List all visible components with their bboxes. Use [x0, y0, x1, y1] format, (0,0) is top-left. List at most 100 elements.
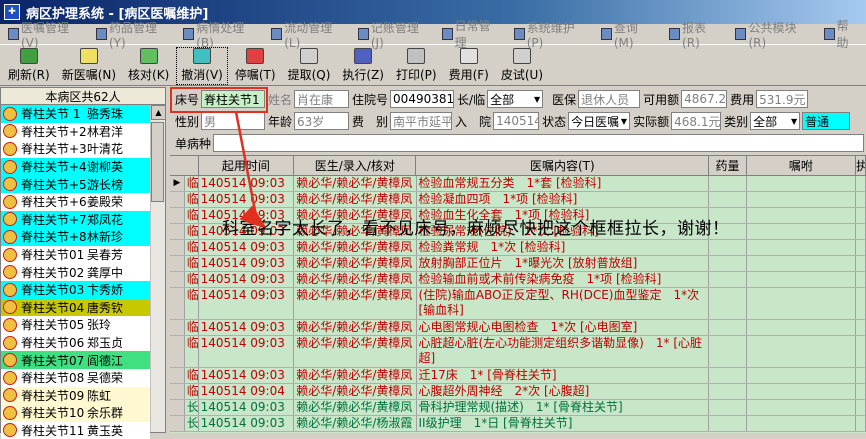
- patient-rows: 脊柱关节 1 骆秀珠 脊柱关节+2 林君洋 脊柱关节+3 叶清花 脊柱关节+4 谢柳英 脊柱关节…: [1, 105, 165, 439]
- disease-field[interactable]: [213, 134, 864, 152]
- order-cell-blank: [747, 400, 857, 415]
- order-row[interactable]: 临 140514 09:03 赖必华/赖必华/黄樟凤 检验凝血四项 1*项 [检验科]: [170, 192, 866, 208]
- patient-row[interactable]: 脊柱关节01 吴春芳: [1, 245, 150, 264]
- patient-row[interactable]: 脊柱关节03 卞秀娇: [1, 280, 150, 299]
- order-cell-type: 临: [186, 208, 199, 223]
- print-icon: [407, 48, 426, 64]
- patient-row[interactable]: 脊柱关节+2 林君洋: [1, 122, 150, 141]
- menu-icon: [357, 28, 369, 40]
- patient-list-scrollbar[interactable]: ▲: [150, 105, 166, 432]
- scroll-up-button[interactable]: ▲: [151, 105, 166, 120]
- menu-item-0[interactable]: 医嘱管理(V): [0, 19, 88, 50]
- order-row[interactable]: 临 140514 09:03 赖必华/赖必华/黄樟凤 心脏超心脏(左心功能测定组织多谐…: [170, 336, 866, 368]
- toolbar-button-label: 刷新(R): [8, 68, 50, 82]
- menu-item-9[interactable]: 公共模块(R): [727, 19, 815, 50]
- status-select[interactable]: 今日医嘱 ▼: [568, 112, 631, 130]
- longterm-value: 全部: [490, 92, 515, 107]
- actual-field[interactable]: 468.1元: [671, 112, 722, 130]
- inpatient-field[interactable]: 00490381: [390, 90, 455, 108]
- patient-row[interactable]: 脊柱关节+4 谢柳英: [1, 157, 150, 176]
- column-header-5[interactable]: 嘱咐: [747, 156, 857, 175]
- column-header-0[interactable]: [170, 156, 199, 175]
- skin-test-icon: [512, 48, 531, 64]
- patient-row[interactable]: 脊柱关节10 余乐群: [1, 404, 150, 422]
- patient-name: 余乐群: [87, 406, 124, 421]
- patient-bed: 脊柱关节01: [21, 248, 85, 263]
- patient-row[interactable]: 脊柱关节08 吴德荣: [1, 368, 150, 387]
- gender-field[interactable]: 男: [201, 112, 266, 130]
- toolbar-button-7[interactable]: 打印(P): [390, 46, 443, 86]
- toolbar-button-9[interactable]: 皮试(U): [495, 46, 549, 86]
- patient-row[interactable]: 脊柱关节+7 郑凤花: [1, 210, 150, 229]
- patient-row[interactable]: 脊柱关节+3 叶清花: [1, 140, 150, 158]
- patient-name: 唐秀钦: [87, 300, 124, 315]
- patient-bed: 脊柱关节02: [21, 265, 85, 280]
- toolbar-button-0[interactable]: 刷新(R): [2, 46, 56, 86]
- fee-type-field[interactable]: 南平市延平: [390, 112, 453, 130]
- order-cell-blank: [856, 416, 866, 431]
- name-field[interactable]: 肖在康: [294, 90, 350, 108]
- order-cell-content: 心脏超心脏(左心功能测定组织多谐勒显像) 1* [心脏超]: [417, 336, 710, 367]
- order-row[interactable]: 临 140514 09:03 赖必华/赖必华/黄樟凤 检验输血前或术前传染病免疫 1*…: [170, 272, 866, 288]
- order-row[interactable]: 临 140514 09:04 赖必华/赖必华/黄樟凤 心腹超外周神经 2*次 [心腹超…: [170, 384, 866, 400]
- menu-item-7[interactable]: 查询(M): [593, 19, 661, 50]
- toolbar-button-4[interactable]: 停嘱(T): [229, 46, 282, 86]
- insurance-field[interactable]: 退休人员: [578, 90, 641, 108]
- patient-row[interactable]: 脊柱关节+6 姜殿荣: [1, 192, 150, 211]
- toolbar-button-3[interactable]: 撤消(V): [175, 46, 229, 86]
- order-row[interactable]: 临 140514 09:03 赖必华/赖必华/黄樟凤 检验粪常规 1*次 [检验科]: [170, 240, 866, 256]
- menu-item-4[interactable]: 记账管理(J): [350, 19, 434, 50]
- order-row[interactable]: 临 140514 09:03 赖必华/赖必华/黄樟凤 心电图常规心电图检查 1*次 […: [170, 320, 866, 336]
- menu-item-1[interactable]: 药品管理(Y): [88, 19, 175, 50]
- order-row[interactable]: 临 140514 09:03 赖必华/赖必华/黄樟凤 迁17床 1* [骨脊柱关节]: [170, 368, 866, 384]
- available-field[interactable]: 4867.23: [681, 90, 728, 108]
- patient-row[interactable]: 脊柱关节09 陈虹: [1, 386, 150, 405]
- row-indicator: [170, 384, 185, 399]
- patient-row[interactable]: 脊柱关节07 阎德江: [1, 351, 150, 369]
- nursing-level-field[interactable]: 普通: [802, 112, 851, 130]
- toolbar-button-5[interactable]: 提取(Q): [282, 46, 337, 86]
- patient-row[interactable]: 脊柱关节02 龚厚中: [1, 263, 150, 281]
- patient-row[interactable]: 脊柱关节+5 游长榜: [1, 175, 150, 193]
- category-select[interactable]: 全部 ▼: [750, 112, 801, 130]
- patient-row[interactable]: 脊柱关节05 张玲: [1, 316, 150, 334]
- order-cell-type: 长: [186, 400, 199, 415]
- patient-name: 叶清花: [87, 142, 124, 157]
- column-header-3[interactable]: 医嘱内容(T): [416, 156, 710, 175]
- order-cell-blank: [747, 224, 857, 239]
- age-field[interactable]: 63岁: [294, 112, 350, 130]
- patient-row[interactable]: 脊柱关节06 郑玉贞: [1, 333, 150, 352]
- scroll-thumb[interactable]: [151, 122, 164, 202]
- column-header-1[interactable]: 起用时间: [199, 156, 295, 175]
- menu-item-6[interactable]: 系统维护(P): [506, 19, 593, 50]
- patient-row[interactable]: 脊柱关节+8 林新珍: [1, 228, 150, 246]
- toolbar-button-1[interactable]: 新医嘱(N): [56, 46, 122, 86]
- patient-avatar-icon: [3, 388, 17, 403]
- order-row[interactable]: 长 140514 09:03 赖必华/赖必华/杨淑霞 II级护理 1*日 [骨脊柱关节…: [170, 416, 866, 432]
- patient-avatar-icon: [3, 300, 17, 315]
- admit-field[interactable]: 140514: [493, 112, 540, 130]
- toolbar-button-6[interactable]: 执行(Z): [336, 46, 390, 86]
- longterm-select[interactable]: 全部 ▼: [487, 90, 544, 108]
- column-header-2[interactable]: 医生/录入/核对: [294, 156, 417, 175]
- toolbar-button-8[interactable]: 费用(F): [443, 46, 495, 86]
- fee-field[interactable]: 531.9元: [756, 90, 809, 108]
- column-header-4[interactable]: 药量: [709, 156, 747, 175]
- order-cell-blank: [856, 288, 866, 319]
- order-row[interactable]: 临 140514 09:03 赖必华/赖必华/黄樟凤 放射胸部正位片 1*曝光次 [放…: [170, 256, 866, 272]
- chevron-down-icon: ▼: [533, 94, 541, 104]
- order-row[interactable]: ▶ 临 140514 09:03 赖必华/赖必华/黄樟凤 检验血常规五分类 1*套 [检…: [170, 176, 866, 192]
- patient-row[interactable]: 脊柱关节04 唐秀钦: [1, 298, 150, 317]
- patient-row[interactable]: 脊柱关节11 黄玉英: [1, 421, 150, 439]
- column-header-6[interactable]: 执: [856, 156, 866, 175]
- order-cell-blank: [709, 176, 747, 191]
- order-row[interactable]: 长 140514 09:03 赖必华/赖必华/黄樟凤 骨科护理常规(描述) 1* [骨…: [170, 400, 866, 416]
- patient-name: 郑玉贞: [87, 336, 124, 351]
- menu-item-2[interactable]: 病情处理(B): [175, 19, 263, 50]
- patient-row[interactable]: 脊柱关节 1 骆秀珠: [1, 105, 150, 123]
- menu-item-8[interactable]: 报表(R): [661, 19, 727, 50]
- menu-item-3[interactable]: 流动管理(L): [263, 19, 350, 50]
- toolbar-button-2[interactable]: 核对(K): [122, 46, 175, 86]
- order-row[interactable]: 临 140514 09:03 赖必华/赖必华/黄樟凤 (住院)输血ABO正反定型、RH…: [170, 288, 866, 320]
- patient-bed: 脊柱关节08: [21, 371, 85, 386]
